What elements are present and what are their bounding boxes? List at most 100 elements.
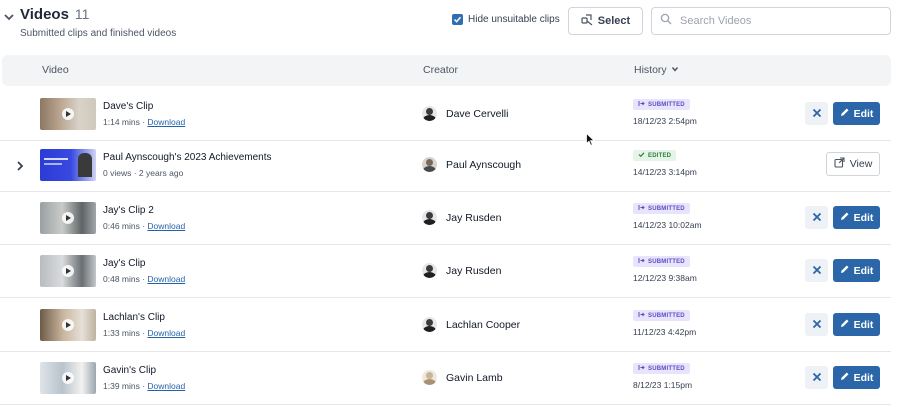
select-icon [581, 13, 593, 29]
video-title[interactable]: Lachlan's Clip [103, 312, 165, 323]
play-icon [62, 372, 74, 384]
creator-cell: Paul Aynscough [422, 157, 521, 172]
status-badge: EDITED [633, 150, 677, 161]
column-header-creator: Creator [423, 64, 459, 76]
video-meta: 0:48 mins · Download [103, 274, 185, 284]
submit-arrow-icon [638, 204, 645, 213]
chevron-down-icon [671, 64, 679, 76]
creator-name: Jay Rusden [446, 264, 502, 277]
creator-cell: Gavin Lamb [422, 370, 503, 385]
edit-button[interactable]: Edit [833, 366, 880, 389]
creator-cell: Jay Rusden [422, 210, 501, 225]
table-row[interactable]: Lachlan's Clip 1:33 mins · Download Lachla… [0, 299, 891, 352]
download-link[interactable]: Download [147, 274, 185, 284]
download-link[interactable]: Download [147, 328, 185, 338]
close-icon [812, 369, 822, 387]
table-row[interactable]: Jay's Clip 0:48 mins · Download Jay Rusden… [0, 245, 891, 298]
video-count: 11 [74, 6, 90, 22]
status-label: SUBMITTED [648, 312, 685, 319]
edit-button[interactable]: Edit [833, 206, 880, 229]
table-row[interactable]: Jay's Clip 2 0:46 mins · Download Jay Rusd… [0, 192, 891, 245]
table-row[interactable]: Gavin's Clip 1:39 mins · Download Gavin La… [0, 352, 891, 405]
pencil-icon [840, 371, 850, 384]
submit-arrow-icon [638, 364, 645, 373]
hide-unsuitable-checkbox[interactable] [452, 14, 463, 25]
column-header-video: Video [42, 64, 69, 76]
avatar [422, 210, 437, 225]
search-box[interactable] [651, 7, 891, 35]
select-button[interactable]: Select [568, 7, 643, 35]
download-link[interactable]: Download [147, 117, 185, 127]
creator-name: Paul Aynscough [446, 158, 522, 171]
dismiss-button[interactable] [805, 313, 828, 336]
video-thumbnail[interactable] [40, 309, 96, 341]
edit-button[interactable]: Edit [833, 313, 880, 336]
video-duration: 0 views · 2 years ago [103, 168, 184, 178]
video-duration: 1:33 mins [103, 328, 140, 338]
edit-button-label: Edit [853, 264, 874, 277]
table-row[interactable]: Dave's Clip 1:14 mins · Download Dave Cerv… [0, 88, 891, 141]
view-button[interactable]: View [826, 152, 880, 176]
status-badge: SUBMITTED [633, 363, 690, 374]
edit-button-label: Edit [853, 211, 874, 224]
page-title: Videos [20, 6, 69, 23]
dismiss-button[interactable] [805, 102, 828, 125]
chevron-down-icon[interactable] [3, 10, 15, 22]
creator-name: Jay Rusden [446, 211, 502, 224]
video-title[interactable]: Gavin's Clip [103, 365, 156, 376]
status-badge: SUBMITTED [633, 99, 690, 110]
video-title[interactable]: Jay's Clip 2 [103, 205, 154, 216]
close-icon [812, 105, 822, 123]
video-meta: 0 views · 2 years ago [103, 168, 183, 178]
play-icon [62, 265, 74, 277]
video-thumbnail[interactable] [40, 149, 96, 181]
history-date: 14/12/23 3:14pm [633, 167, 697, 177]
video-thumbnail[interactable] [40, 202, 96, 234]
pencil-icon [840, 264, 850, 277]
creator-cell: Dave Cervelli [422, 106, 508, 121]
download-link[interactable]: Download [147, 381, 185, 391]
view-button-label: View [849, 158, 873, 170]
column-header-history[interactable]: History [634, 64, 679, 76]
creator-name: Gavin Lamb [446, 371, 503, 384]
video-thumbnail[interactable] [40, 362, 96, 394]
check-icon [453, 16, 462, 23]
video-duration: 1:39 mins [103, 381, 140, 391]
dismiss-button[interactable] [805, 259, 828, 282]
hide-unsuitable-toggle[interactable]: Hide unsuitable clips [452, 14, 560, 25]
video-title[interactable]: Dave's Clip [103, 101, 153, 112]
check-icon [638, 151, 645, 160]
status-badge: SUBMITTED [633, 256, 690, 267]
play-icon [62, 212, 74, 224]
history-date: 11/12/23 4:42pm [633, 327, 697, 337]
history-date: 8/12/23 1:15pm [633, 380, 693, 390]
chevron-right-icon[interactable] [15, 159, 25, 171]
table-row[interactable]: Paul Aynscough's 2023 Achievements 0 view… [0, 139, 891, 192]
video-thumbnail[interactable] [40, 255, 96, 287]
edit-button-label: Edit [853, 318, 874, 331]
mouse-cursor-icon [586, 132, 596, 151]
edit-button[interactable]: Edit [833, 259, 880, 282]
status-label: SUBMITTED [648, 205, 685, 212]
status-label: SUBMITTED [648, 258, 685, 265]
pencil-icon [840, 211, 850, 224]
search-input[interactable] [680, 15, 880, 27]
video-title[interactable]: Paul Aynscough's 2023 Achievements [103, 152, 272, 163]
edit-button[interactable]: Edit [833, 102, 880, 125]
video-meta: 1:39 mins · Download [103, 381, 185, 391]
external-link-icon [834, 157, 845, 171]
status-badge: SUBMITTED [633, 310, 690, 321]
download-link[interactable]: Download [147, 221, 185, 231]
history-date: 18/12/23 2:54pm [633, 116, 697, 126]
avatar [422, 157, 437, 172]
edit-button-label: Edit [853, 371, 874, 384]
video-title[interactable]: Jay's Clip [103, 258, 145, 269]
close-icon [812, 209, 822, 227]
video-meta: 1:33 mins · Download [103, 328, 185, 338]
dismiss-button[interactable] [805, 206, 828, 229]
submit-arrow-icon [638, 311, 645, 320]
dismiss-button[interactable] [805, 366, 828, 389]
select-button-label: Select [597, 15, 631, 27]
creator-name: Lachlan Cooper [446, 318, 521, 331]
video-thumbnail[interactable] [40, 98, 96, 130]
